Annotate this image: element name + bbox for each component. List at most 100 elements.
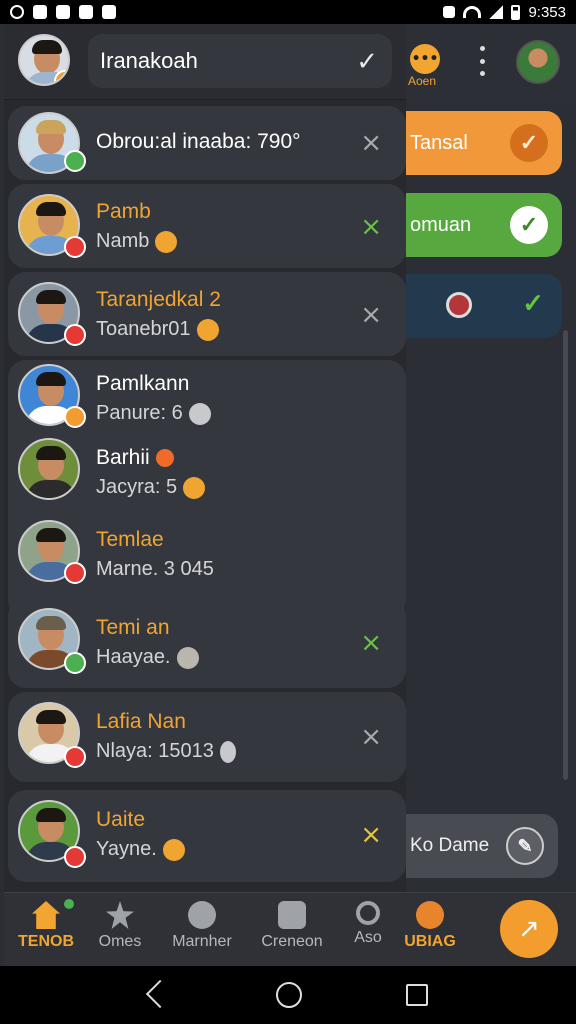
wifi-icon: [463, 6, 482, 18]
emoji-icon: [162, 838, 185, 861]
list-item-title[interactable]: Barhii: [96, 446, 174, 470]
list-item-subtitle: Panure: 6: [96, 402, 211, 425]
alert-icon: [10, 5, 24, 19]
list-item-title: Uaite: [96, 808, 146, 831]
close-icon[interactable]: ×: [360, 630, 382, 656]
close-icon[interactable]: ×: [360, 214, 382, 240]
tab-label: Marnher: [172, 933, 232, 950]
background-item-tansal[interactable]: Tansal ✓: [390, 111, 562, 175]
tab-omes[interactable]: Omes: [82, 901, 158, 961]
check-icon[interactable]: ✓: [522, 288, 544, 319]
list-item-title: Temi an: [96, 616, 170, 639]
close-icon[interactable]: ×: [360, 724, 382, 750]
camera-icon: [102, 5, 116, 19]
list-item-title[interactable]: Temlae: [96, 528, 164, 552]
profile-avatar[interactable]: [516, 40, 560, 84]
check-circle-icon[interactable]: ✓: [510, 206, 548, 244]
close-icon[interactable]: ×: [360, 302, 382, 328]
background-item-label: Tansal: [410, 131, 468, 154]
status-badge-icon: [64, 324, 86, 346]
tab-label: UBIAG: [404, 933, 456, 950]
star-icon: [106, 901, 134, 929]
calendar-icon: [56, 5, 70, 19]
fire-icon: [155, 449, 174, 468]
gift-icon: [188, 402, 211, 425]
recent-apps-icon[interactable]: [406, 984, 428, 1006]
tab-label: Aso: [354, 929, 382, 946]
signal-icon: [489, 5, 504, 19]
system-navigation-bar: [0, 966, 576, 1024]
list-item[interactable]: Taranjedkal 2 Toanebr01 ×: [8, 272, 406, 356]
emoji-icon: [183, 476, 206, 499]
background-item-label: omuan: [410, 213, 472, 236]
list-item-subtitle: Haayae.: [96, 646, 199, 669]
search-pin-icon: [446, 292, 472, 318]
check-icon[interactable]: ✓: [356, 46, 378, 77]
list-item-title: Pamb: [96, 200, 151, 223]
background-item-ko-dame[interactable]: Ko Dame ✎: [390, 814, 558, 878]
status-badge-icon: [64, 406, 86, 428]
emoji-icon: [196, 318, 219, 341]
bottom-navigation: TENOB Omes Marnher Creneon Aso UBIAG: [4, 892, 576, 966]
camera-icon: [278, 901, 306, 929]
tab-creneon[interactable]: Creneon: [254, 901, 330, 961]
list-group: Pamlkann Panure: 6 Barhii Jacyra: 5 Teml…: [8, 360, 406, 618]
status-bar: 9:353: [0, 0, 576, 24]
lock-icon: [219, 740, 236, 763]
list-item-subtitle: Namb: [96, 230, 178, 253]
tab-ubiag[interactable]: UBIAG: [392, 901, 468, 961]
cat-icon: [176, 646, 199, 669]
status-badge-icon: [64, 150, 86, 172]
image-icon: [33, 5, 47, 19]
recycle-icon: [416, 901, 444, 929]
list-item-title[interactable]: Pamlkann: [96, 372, 189, 396]
background-item-search[interactable]: ✓: [390, 274, 562, 338]
search-icon: [356, 901, 380, 925]
emoji-icon: [155, 230, 178, 253]
avatar: [18, 438, 80, 500]
list-item[interactable]: Pamb Namb ×: [8, 184, 406, 268]
list-item-subtitle: Jacyra: 5: [96, 476, 206, 499]
tab-label: Creneon: [261, 933, 323, 950]
list-item[interactable]: Uaite Yayne. ×: [8, 790, 406, 882]
status-badge-icon: [64, 236, 86, 258]
notification-badge-icon[interactable]: •••: [410, 44, 440, 74]
list-item-subtitle: Toanebr01: [96, 318, 219, 341]
tab-label: TENOB: [18, 933, 74, 950]
mail-icon: [79, 5, 93, 19]
edit-icon[interactable]: ✎: [506, 827, 544, 865]
user-avatar[interactable]: [18, 34, 70, 86]
tab-tenob[interactable]: TENOB: [8, 901, 84, 961]
tab-marnher[interactable]: Marnher: [164, 901, 240, 961]
list-icon: [188, 901, 216, 929]
back-icon[interactable]: [146, 982, 166, 1006]
list-item[interactable]: Temi an Haayae. ×: [8, 598, 406, 688]
close-icon[interactable]: ×: [360, 130, 382, 156]
close-icon[interactable]: ×: [360, 822, 382, 848]
list-item-title: Lafia Nan: [96, 710, 186, 733]
badge-label: Aoen: [408, 74, 437, 88]
list-item-subtitle: Marne. 3 045: [96, 558, 214, 580]
tab-label: Omes: [98, 933, 142, 950]
status-badge-icon: [54, 70, 68, 84]
status-badge-icon: [64, 652, 86, 674]
more-options-icon[interactable]: [478, 46, 486, 76]
status-time: 9:353: [528, 3, 566, 21]
list-item-title: Taranjedkal 2: [96, 288, 221, 311]
mute-icon: [443, 6, 456, 18]
background-item-omuan[interactable]: omuan ✓: [390, 193, 562, 257]
battery-icon: [511, 4, 521, 20]
list-item[interactable]: Obrou:al inaaba: 790° ×: [8, 106, 406, 180]
background-item-label: Ko Dame: [410, 835, 490, 856]
compose-button[interactable]: ↗: [500, 900, 558, 958]
list-item[interactable]: Lafia Nan Nlaya: 15013 ×: [8, 692, 406, 782]
compose-icon: ↗: [518, 914, 540, 944]
check-circle-icon[interactable]: ✓: [510, 124, 548, 162]
home-icon: [32, 901, 60, 929]
notification-dot-icon: [64, 899, 74, 909]
home-button-icon[interactable]: [276, 982, 302, 1008]
list-item-subtitle: Yayne.: [96, 838, 185, 861]
scrollbar[interactable]: [563, 330, 568, 780]
drawer-title-field[interactable]: Iranakoah ✓: [88, 34, 392, 88]
status-notification-icons: [10, 5, 116, 19]
